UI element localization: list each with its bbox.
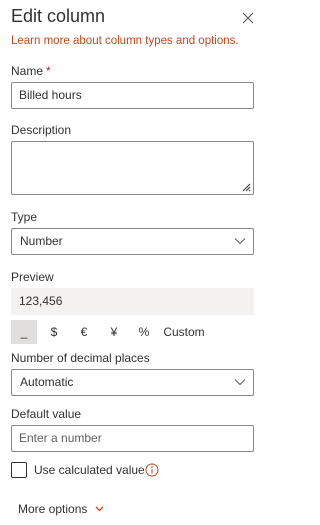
format-percent-button[interactable]: % xyxy=(134,320,154,344)
type-dropdown-value: Number xyxy=(20,234,63,248)
required-marker: * xyxy=(46,64,51,78)
decimal-places-value: Automatic xyxy=(20,375,74,389)
decimal-places-dropdown[interactable]: Automatic xyxy=(11,369,254,396)
chevron-down-icon xyxy=(234,379,246,386)
default-value-label: Default value xyxy=(11,407,82,421)
close-icon[interactable] xyxy=(240,10,256,26)
format-none-button[interactable]: _ xyxy=(11,320,37,344)
chevron-down-icon xyxy=(95,506,104,512)
decimal-places-label: Number of decimal places xyxy=(11,351,150,365)
resize-grip-icon[interactable] xyxy=(242,183,251,192)
description-textarea[interactable] xyxy=(11,141,254,195)
description-label: Description xyxy=(11,123,72,137)
format-yen-button[interactable]: ¥ xyxy=(105,320,123,344)
default-value-input[interactable]: Enter a number xyxy=(11,425,254,452)
name-input[interactable]: Billed hours xyxy=(11,82,254,109)
panel-title: Edit column xyxy=(11,6,106,26)
format-custom-button[interactable]: Custom xyxy=(161,320,207,344)
name-label-text: Name xyxy=(11,64,44,78)
name-label: Name * xyxy=(11,64,51,78)
format-euro-button[interactable]: € xyxy=(75,320,93,344)
calculated-value-label: Use calculated value xyxy=(34,463,145,477)
type-label: Type xyxy=(11,210,38,224)
preview-label: Preview xyxy=(11,270,54,284)
more-options-label: More options xyxy=(18,502,88,516)
info-icon[interactable] xyxy=(145,463,159,477)
preview-value: 123,456 xyxy=(11,288,254,315)
calculated-value-checkbox[interactable] xyxy=(11,462,27,478)
edit-column-panel: Edit column Learn more about column type… xyxy=(0,0,272,525)
type-dropdown[interactable]: Number xyxy=(11,228,254,255)
format-dollar-button[interactable]: $ xyxy=(45,320,63,344)
chevron-down-icon xyxy=(234,238,246,245)
learn-more-link[interactable]: Learn more about column types and option… xyxy=(11,35,239,47)
more-options-button[interactable]: More options xyxy=(18,502,104,516)
